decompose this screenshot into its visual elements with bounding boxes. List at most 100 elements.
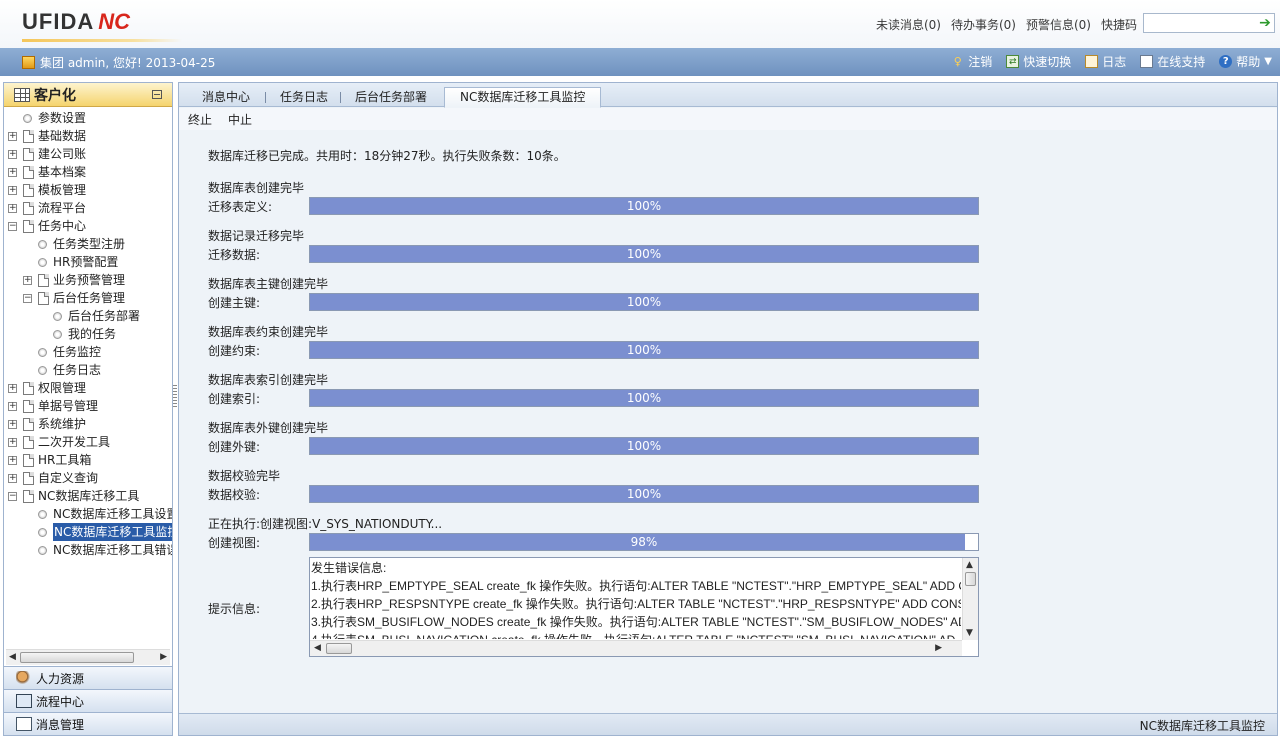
logout-button[interactable]: ♀ 注销 <box>951 53 993 70</box>
scroll-left-icon[interactable]: ◀ <box>314 643 321 653</box>
tree-item[interactable]: − 后台任务管理 <box>23 289 125 307</box>
tab-nc-migration-monitor[interactable]: NC数据库迁移工具监控 <box>444 87 602 108</box>
log-label: 日志 <box>1102 55 1127 69</box>
tree-item[interactable]: 任务日志 <box>23 361 101 379</box>
expand-toggle-icon[interactable]: + <box>8 167 17 177</box>
status-bar: NC数据库迁移工具监控 <box>179 713 1277 735</box>
tree-item[interactable]: + 建公司账 <box>8 145 86 163</box>
tree-item[interactable]: + 系统维护 <box>8 415 86 433</box>
tree-item[interactable]: 后台任务部署 <box>38 307 140 325</box>
progress-percent: 100% <box>626 439 662 453</box>
help-button[interactable]: ? 帮助 ▼ <box>1219 53 1272 70</box>
tree-item[interactable]: + 基本档案 <box>8 163 86 181</box>
tab-message-center[interactable]: 消息中心 <box>192 88 260 107</box>
expand-toggle-icon[interactable]: + <box>8 203 17 213</box>
tree-item-label: 业务预警管理 <box>53 273 126 287</box>
expand-toggle-icon[interactable]: + <box>8 455 17 465</box>
tree-item[interactable]: NC数据库迁移工具监控 <box>23 523 172 541</box>
tree-item[interactable]: 任务类型注册 <box>23 235 125 253</box>
tree-item[interactable]: − 任务中心 <box>8 217 86 235</box>
panel-splitter[interactable] <box>173 385 177 409</box>
nav-label: 消息管理 <box>36 717 85 732</box>
expand-toggle-icon[interactable]: + <box>8 437 17 447</box>
document-icon <box>38 291 49 305</box>
unread-messages-link[interactable]: 未读消息(0) <box>876 16 941 33</box>
stage-title: 数据校验完毕 <box>208 469 281 483</box>
tab-background-task-deploy[interactable]: 后台任务部署 <box>345 88 437 107</box>
expand-toggle-icon[interactable]: + <box>8 131 17 141</box>
tree-item[interactable]: + 流程平台 <box>8 199 86 217</box>
collapse-toggle-icon[interactable]: − <box>8 491 17 501</box>
tree-item[interactable]: 参数设置 <box>8 109 86 127</box>
tab-task-log[interactable]: 任务日志 <box>270 88 338 107</box>
collapse-icon[interactable] <box>152 90 162 99</box>
tree-item[interactable]: 我的任务 <box>38 325 116 343</box>
tree-item-label: 任务类型注册 <box>53 237 126 251</box>
key-icon: ♀ <box>953 55 962 68</box>
tree-item[interactable]: HR预警配置 <box>23 253 118 271</box>
scroll-down-icon[interactable]: ▼ <box>966 628 973 638</box>
quick-switch-button[interactable]: ⇄ 快速切换 <box>1006 53 1071 70</box>
expand-toggle-icon[interactable]: + <box>8 185 17 195</box>
progress-bar: 98% <box>309 533 979 551</box>
tree-item[interactable]: 任务监控 <box>23 343 101 361</box>
scroll-left-icon[interactable]: ◀ <box>9 652 16 662</box>
document-icon <box>23 201 34 215</box>
nav-process-center[interactable]: 流程中心 <box>4 689 172 712</box>
tree-item[interactable]: + 模板管理 <box>8 181 86 199</box>
welcome-area: 集团 admin, 您好! 2013-04-25 <box>22 54 215 71</box>
tree-item[interactable]: + HR工具箱 <box>8 451 91 469</box>
scroll-right-icon[interactable]: ▶ <box>160 652 167 662</box>
leaf-dot-icon <box>38 365 47 375</box>
collapse-toggle-icon[interactable]: − <box>8 221 17 231</box>
scroll-right-icon[interactable]: ▶ <box>935 643 942 653</box>
leaf-dot-icon <box>38 545 47 555</box>
tree-item[interactable]: NC数据库迁移工具设置 <box>23 505 172 523</box>
tree-item[interactable]: + 权限管理 <box>8 379 86 397</box>
tree-item[interactable]: + 业务预警管理 <box>23 271 125 289</box>
left-panel: 客户化 参数设置 + 基础数据 + 建公司账 + 基本档案 + 模板管理 + 流程平台 − 任务中心 任务… <box>3 82 173 736</box>
progress-bar: 100% <box>309 293 979 311</box>
tree-item[interactable]: NC数据库迁移工具错误 <box>23 541 172 559</box>
expand-toggle-icon[interactable]: + <box>8 419 17 429</box>
online-support-button[interactable]: 在线支持 <box>1140 53 1205 70</box>
stage-label: 创建主键: <box>208 296 261 310</box>
nav-message-management[interactable]: 消息管理 <box>4 712 172 735</box>
alerts-link[interactable]: 预警信息(0) <box>1026 16 1091 33</box>
expand-toggle-icon[interactable]: + <box>8 401 17 411</box>
online-support-label: 在线支持 <box>1157 55 1206 69</box>
expand-toggle-icon[interactable]: + <box>8 383 17 393</box>
scroll-thumb[interactable] <box>326 643 352 654</box>
pending-tasks-link[interactable]: 待办事务(0) <box>951 16 1016 33</box>
expand-toggle-icon[interactable]: + <box>8 473 17 483</box>
chevron-down-icon: ▼ <box>1264 56 1272 67</box>
tree-horizontal-scrollbar[interactable]: ◀ ▶ <box>6 649 170 665</box>
user-bar: 集团 admin, 您好! 2013-04-25 ♀ 注销 ⇄ 快速切换 日志 … <box>0 48 1280 76</box>
abort-button[interactable]: 中止 <box>228 111 252 128</box>
log-button[interactable]: 日志 <box>1085 53 1126 70</box>
user-actions: ♀ 注销 ⇄ 快速切换 日志 在线支持 ? 帮助 ▼ <box>951 53 1272 70</box>
scroll-thumb[interactable] <box>20 652 134 663</box>
tree-item[interactable]: − NC数据库迁移工具 <box>8 487 139 505</box>
expand-toggle-icon[interactable]: + <box>8 149 17 159</box>
go-arrow-icon[interactable]: ➔ <box>1257 14 1273 32</box>
nav-tree: 参数设置 + 基础数据 + 建公司账 + 基本档案 + 模板管理 + 流程平台 − 任务中心任务类型注册… <box>4 107 172 647</box>
error-message-box[interactable]: 发生错误信息: 1.执行表HRP_EMPTYPE_SEAL create_fk 操… <box>309 557 979 657</box>
error-vertical-scrollbar[interactable]: ▲ ▼ <box>962 558 978 640</box>
collapse-toggle-icon[interactable]: − <box>23 293 32 303</box>
error-line: 1.执行表HRP_EMPTYPE_SEAL create_fk 操作失败。执行语… <box>311 579 961 593</box>
stage-label: 创建约束: <box>208 344 261 358</box>
scroll-up-icon[interactable]: ▲ <box>966 560 973 570</box>
stop-button[interactable]: 终止 <box>188 111 212 128</box>
tree-item[interactable]: + 单据号管理 <box>8 397 98 415</box>
tree-item[interactable]: + 二次开发工具 <box>8 433 110 451</box>
error-horizontal-scrollbar[interactable]: ◀ ▶ <box>310 640 962 656</box>
stage-label: 创建视图: <box>208 536 261 550</box>
tree-item[interactable]: + 自定义查询 <box>8 469 98 487</box>
leaf-dot-icon <box>53 311 62 321</box>
nav-human-resources[interactable]: 人力资源 <box>4 666 172 689</box>
scroll-thumb[interactable] <box>965 572 976 586</box>
shortcut-code-input[interactable] <box>1143 13 1275 33</box>
expand-toggle-icon[interactable]: + <box>23 275 32 285</box>
tree-item[interactable]: + 基础数据 <box>8 127 86 145</box>
